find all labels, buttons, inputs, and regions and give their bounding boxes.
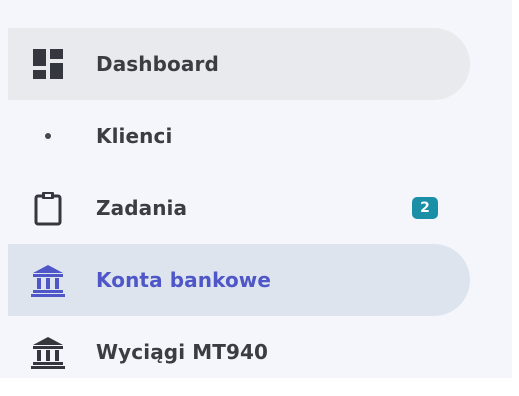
sidebar-item-klienci[interactable]: Klienci xyxy=(8,100,470,172)
dashboard-icon xyxy=(30,46,66,82)
bullet-dot-icon xyxy=(30,118,66,154)
sidebar-item-wyciagi-mt940[interactable]: Wyciągi MT940 xyxy=(8,316,470,388)
count-badge: 2 xyxy=(412,197,438,219)
sidebar-item-konta-bankowe[interactable]: Konta bankowe xyxy=(8,244,470,316)
sidebar-item-zadania[interactable]: Zadania 2 xyxy=(8,172,470,244)
bank-icon xyxy=(30,334,66,370)
sidebar-item-dashboard[interactable]: Dashboard xyxy=(8,28,470,100)
sidebar-item-label: Wyciągi MT940 xyxy=(96,340,269,364)
sidebar-item-label: Konta bankowe xyxy=(96,268,272,292)
sidebar-item-label: Zadania xyxy=(96,196,188,220)
sidebar-nav: Dashboard Klienci Zadania 2 Konta bankow… xyxy=(0,0,512,378)
sidebar-item-label: Klienci xyxy=(96,124,173,148)
bank-icon xyxy=(30,262,66,298)
clipboard-icon xyxy=(30,190,66,226)
sidebar-item-label: Dashboard xyxy=(96,52,219,76)
